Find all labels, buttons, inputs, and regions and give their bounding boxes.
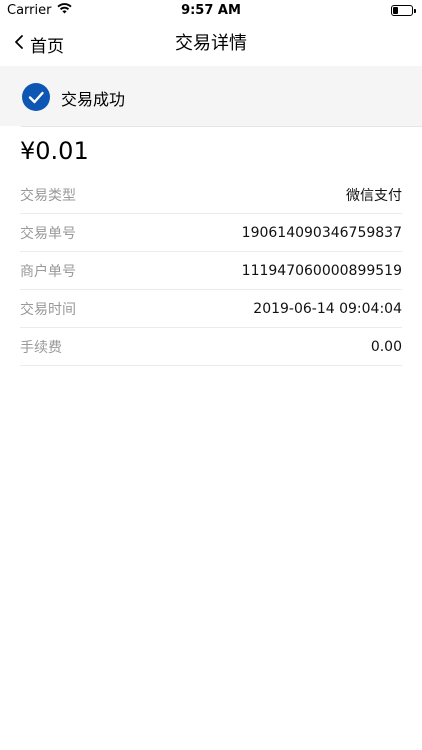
navigation-bar: 首页 交易详情 [0,22,422,66]
detail-value: 微信支付 [346,187,402,204]
detail-row-transaction-number: 交易单号 190614090346759837 [20,214,402,252]
detail-label: 交易类型 [20,187,76,204]
transaction-amount: ¥0.01 [20,137,89,165]
status-bar: Carrier 9:57 AM [0,0,422,22]
detail-row-time: 交易时间 2019-06-14 09:04:04 [20,290,402,328]
divider [21,126,422,127]
status-time: 9:57 AM [181,3,241,18]
page-title: 交易详情 [175,33,247,54]
detail-row-type: 交易类型 微信支付 [20,176,402,214]
detail-value: 0.00 [370,338,402,355]
checkmark-circle-icon [22,83,50,111]
detail-value: 2019-06-14 09:04:04 [253,300,402,317]
detail-row-merchant-number: 商户单号 111947060000899519 [20,252,402,290]
transaction-details-list: 交易类型 微信支付 交易单号 190614090346759837 商户单号 1… [20,176,402,366]
transaction-status-text: 交易成功 [61,90,126,109]
detail-value: 111947060000899519 [241,262,402,279]
transaction-status-banner: 交易成功 [0,66,422,126]
detail-label: 商户单号 [20,263,76,280]
detail-label: 交易时间 [20,301,76,318]
transaction-detail-screen: Carrier 9:57 AM 首页 交易详情 交易成功 ¥0.01 交易类型 … [0,0,422,750]
detail-value: 190614090346759837 [241,224,402,241]
detail-row-fee: 手续费 0.00 [20,328,402,366]
battery-icon [391,5,416,16]
battery-level [393,7,398,14]
detail-label: 交易单号 [20,225,76,242]
detail-label: 手续费 [20,339,62,356]
